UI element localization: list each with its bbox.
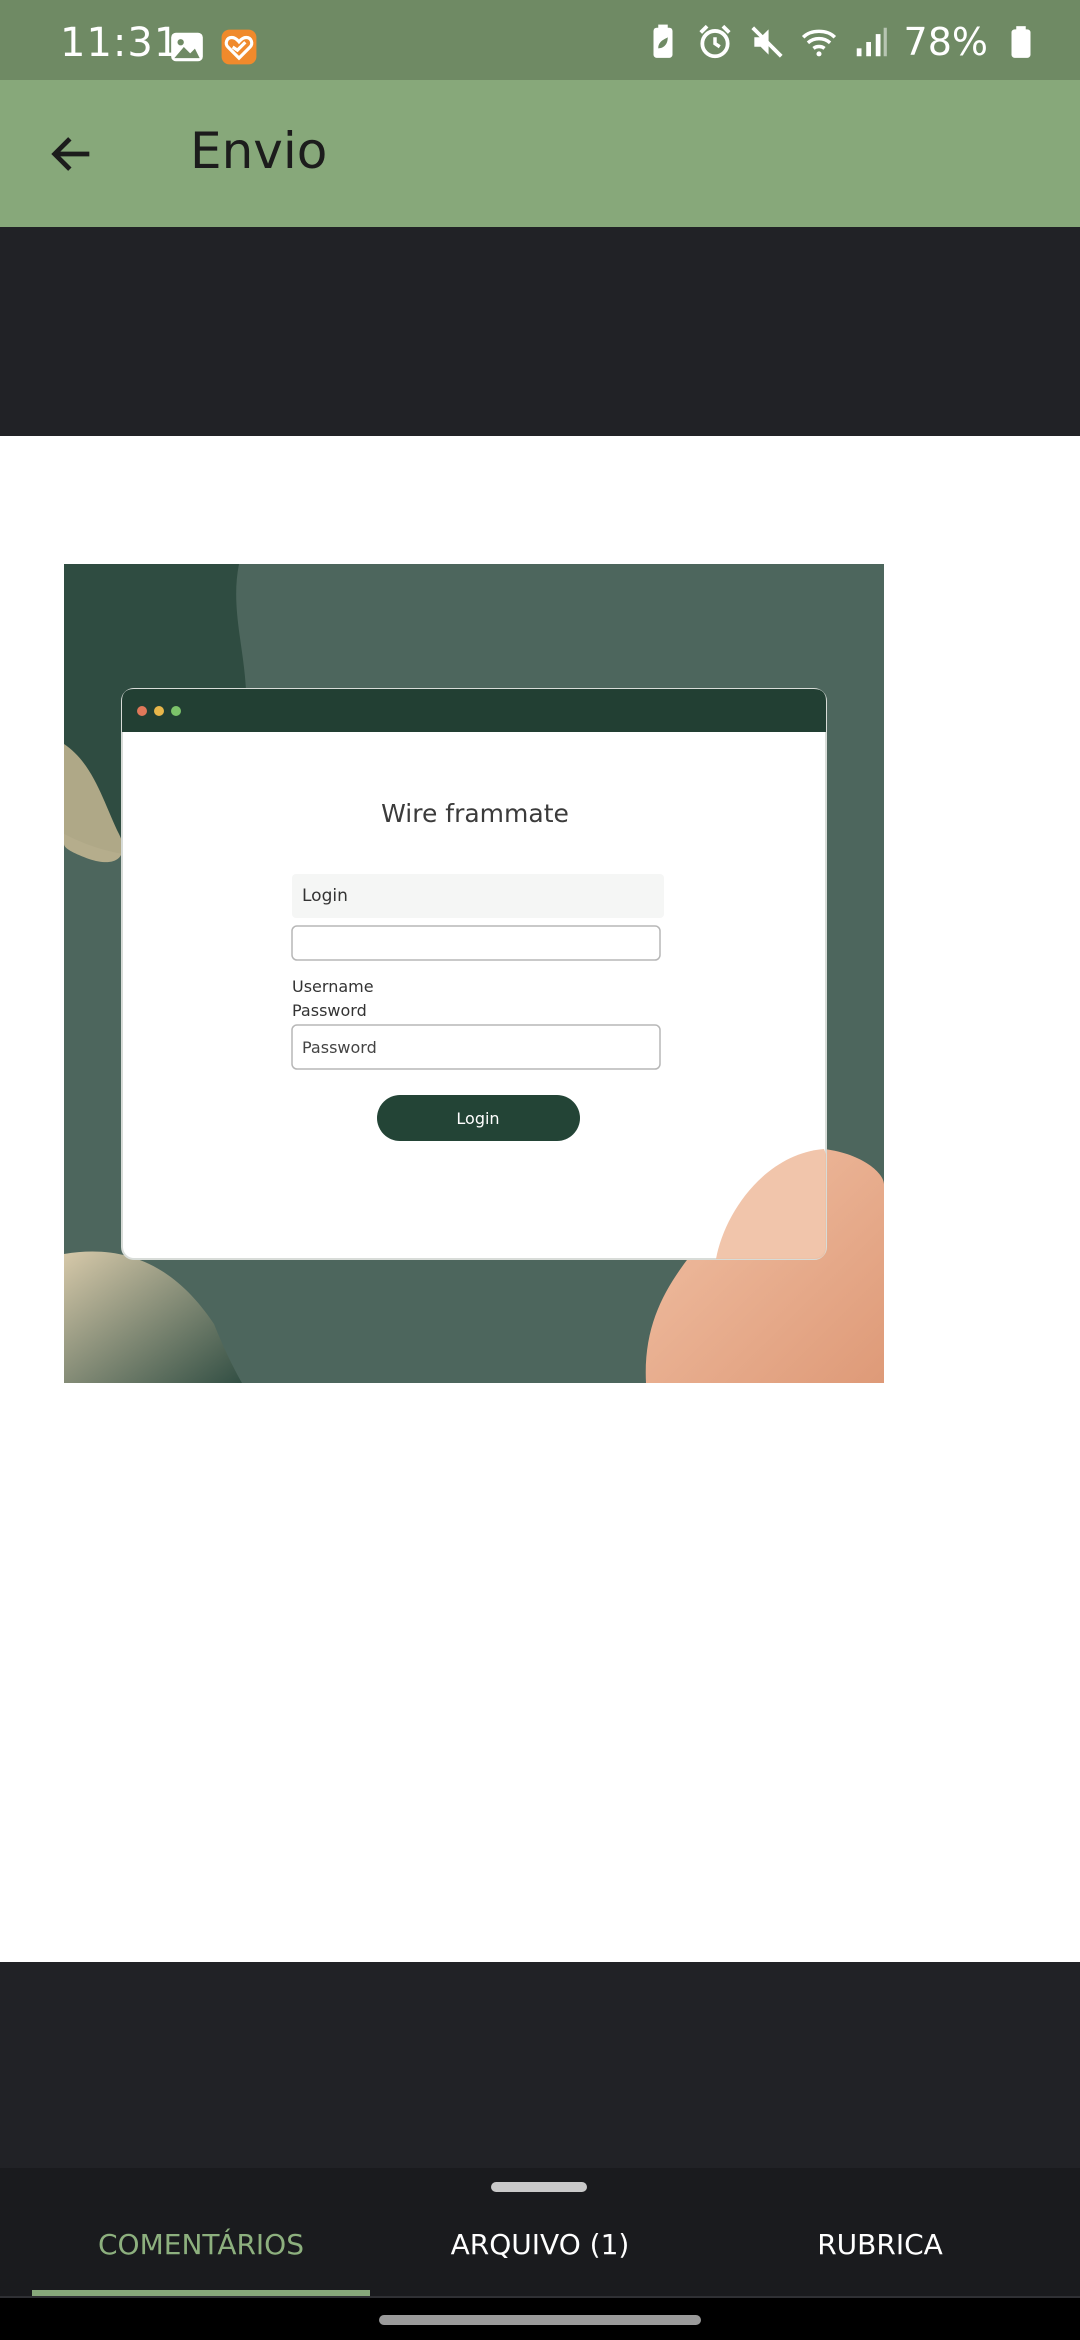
bottom-sheet-area xyxy=(0,1962,1080,2168)
password-placeholder: Password xyxy=(302,1038,377,1057)
arrow-left-icon xyxy=(51,137,90,171)
attachment-image[interactable]: Wire frammate Login Username Password Pa… xyxy=(64,564,884,1383)
content-area: Wire frammate Login Username Password Pa… xyxy=(0,436,1080,1962)
username-label: Username xyxy=(292,977,374,996)
alarm-icon xyxy=(698,24,731,59)
wireframe-title: Wire frammate xyxy=(381,799,569,828)
battery-saver-icon xyxy=(653,24,673,58)
home-indicator[interactable] xyxy=(379,2315,701,2325)
status-left-icons xyxy=(168,28,258,66)
tab-bar: COMENTÁRIOS ARQUIVO (1) RUBRICA xyxy=(0,2168,1080,2298)
wifi-icon xyxy=(801,29,836,57)
app-bar: Envio xyxy=(0,80,1080,227)
drag-handle[interactable] xyxy=(491,2182,587,2192)
signal-icon xyxy=(856,27,887,57)
tab-comentarios[interactable]: COMENTÁRIOS xyxy=(32,2228,370,2278)
app-notification-icon xyxy=(221,29,257,65)
status-right-icons: 78% xyxy=(644,20,1040,64)
wireframe-window xyxy=(121,688,827,1260)
tab-arquivo[interactable]: ARQUIVO (1) xyxy=(370,2228,710,2278)
username-input xyxy=(291,925,661,961)
page-title: Envio xyxy=(190,122,328,180)
password-label: Password xyxy=(292,1001,367,1020)
tab-rubrica[interactable]: RUBRICA xyxy=(710,2228,1050,2278)
mute-icon xyxy=(750,26,783,58)
wireframe-window-header xyxy=(122,689,826,732)
header-spacer xyxy=(0,227,1080,436)
status-bar: 11:31 78% xyxy=(0,0,1080,80)
back-button[interactable] xyxy=(40,122,104,186)
system-nav-bar xyxy=(0,2298,1080,2340)
login-section-label: Login xyxy=(302,886,348,906)
wireframe-login-button-label: Login xyxy=(456,1109,499,1128)
battery-icon xyxy=(1011,26,1031,58)
battery-percentage: 78% xyxy=(903,20,988,64)
window-close-dot xyxy=(137,706,147,716)
gallery-icon xyxy=(171,32,203,62)
window-maximize-dot xyxy=(171,706,181,716)
status-time: 11:31 xyxy=(60,20,181,66)
window-minimize-dot xyxy=(154,706,164,716)
